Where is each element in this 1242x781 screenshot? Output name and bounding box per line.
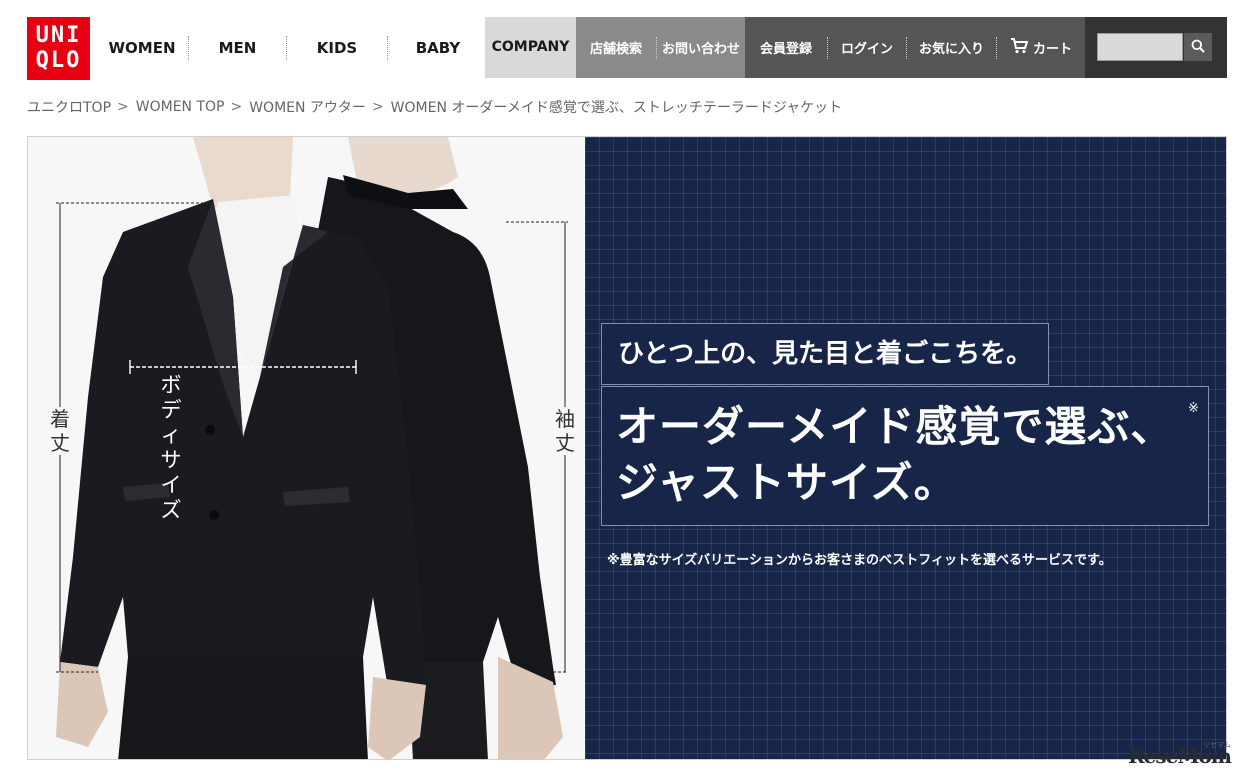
breadcrumb-link-women-outer[interactable]: WOMEN アウター bbox=[249, 97, 366, 117]
breadcrumb-separator: > bbox=[117, 99, 129, 115]
hero-banner[interactable]: ボディサイズ 着丈 袖丈 ひとつ上の、見た目と着ごこちを。 オーダーメイド感覚で… bbox=[27, 136, 1227, 760]
hero-headline: オーダーメイド感覚で選ぶ、 ジャストサイズ。 ※ bbox=[601, 386, 1209, 526]
logo-line-1: UNI bbox=[35, 23, 82, 48]
search-input[interactable] bbox=[1097, 33, 1183, 61]
search-icon bbox=[1191, 38, 1205, 57]
breadcrumb-separator: > bbox=[371, 99, 384, 115]
store-search-link[interactable]: 店舗検索 bbox=[576, 38, 656, 57]
resemom-watermark-sub: リセマム bbox=[1203, 741, 1231, 749]
length-label: 着丈 bbox=[48, 407, 72, 455]
nav-men[interactable]: MEN bbox=[189, 36, 286, 60]
nav-women[interactable]: WOMEN bbox=[96, 36, 188, 60]
site-header: UNI QLO WOMEN MEN KIDS BABY COMPANY 店舗検索… bbox=[0, 0, 1242, 90]
uniqlo-logo[interactable]: UNI QLO bbox=[27, 17, 90, 80]
favorites-link[interactable]: お気に入り bbox=[907, 38, 996, 57]
support-links: 店舗検索 お問い合わせ bbox=[576, 17, 745, 78]
company-link[interactable]: COMPANY bbox=[485, 17, 576, 78]
headline-line-2: ジャストサイズ。 bbox=[616, 458, 957, 507]
breadcrumb: ユニクロTOP > WOMEN TOP > WOMEN アウター > WOMEN… bbox=[27, 96, 842, 118]
headline-line-1: オーダーメイド感覚で選ぶ、 bbox=[616, 402, 1174, 451]
breadcrumb-link-top[interactable]: ユニクロTOP bbox=[27, 97, 111, 117]
cart-link[interactable]: カート bbox=[997, 37, 1085, 58]
nav-kids[interactable]: KIDS bbox=[287, 36, 387, 60]
account-links: 会員登録 ログイン お気に入り カート bbox=[745, 17, 1085, 78]
cart-icon bbox=[1010, 37, 1029, 58]
sleeve-length-label: 袖丈 bbox=[553, 407, 577, 455]
body-size-label: ボディサイズ bbox=[160, 373, 182, 522]
hero-tagline: ひとつ上の、見た目と着ごこちを。 bbox=[601, 323, 1050, 385]
logo-line-2: QLO bbox=[35, 48, 82, 73]
cart-label: カート bbox=[1032, 42, 1072, 57]
hero-text-panel: ひとつ上の、見た目と着ごこちを。 オーダーメイド感覚で選ぶ、 ジャストサイズ。 … bbox=[585, 137, 1226, 759]
breadcrumb-link-women-top[interactable]: WOMEN TOP bbox=[136, 99, 225, 115]
breadcrumb-current: WOMEN オーダーメイド感覚で選ぶ、ストレッチテーラードジャケット bbox=[390, 100, 843, 116]
hero-footnote: ※豊富なサイズバリエーションからお客さまのベストフィットを選べるサービスです。 bbox=[607, 553, 1112, 568]
nav-baby[interactable]: BABY bbox=[388, 36, 488, 60]
jacket-model-photo: ボディサイズ 着丈 袖丈 bbox=[28, 137, 585, 759]
register-link[interactable]: 会員登録 bbox=[745, 38, 827, 57]
search-bar bbox=[1085, 17, 1227, 78]
contact-link[interactable]: お問い合わせ bbox=[657, 38, 745, 57]
breadcrumb-separator: > bbox=[230, 99, 243, 115]
headline-asterisk: ※ bbox=[1188, 401, 1199, 416]
login-link[interactable]: ログイン bbox=[828, 38, 906, 57]
search-button[interactable] bbox=[1184, 33, 1212, 61]
main-nav: WOMEN MEN KIDS BABY bbox=[96, 17, 488, 78]
